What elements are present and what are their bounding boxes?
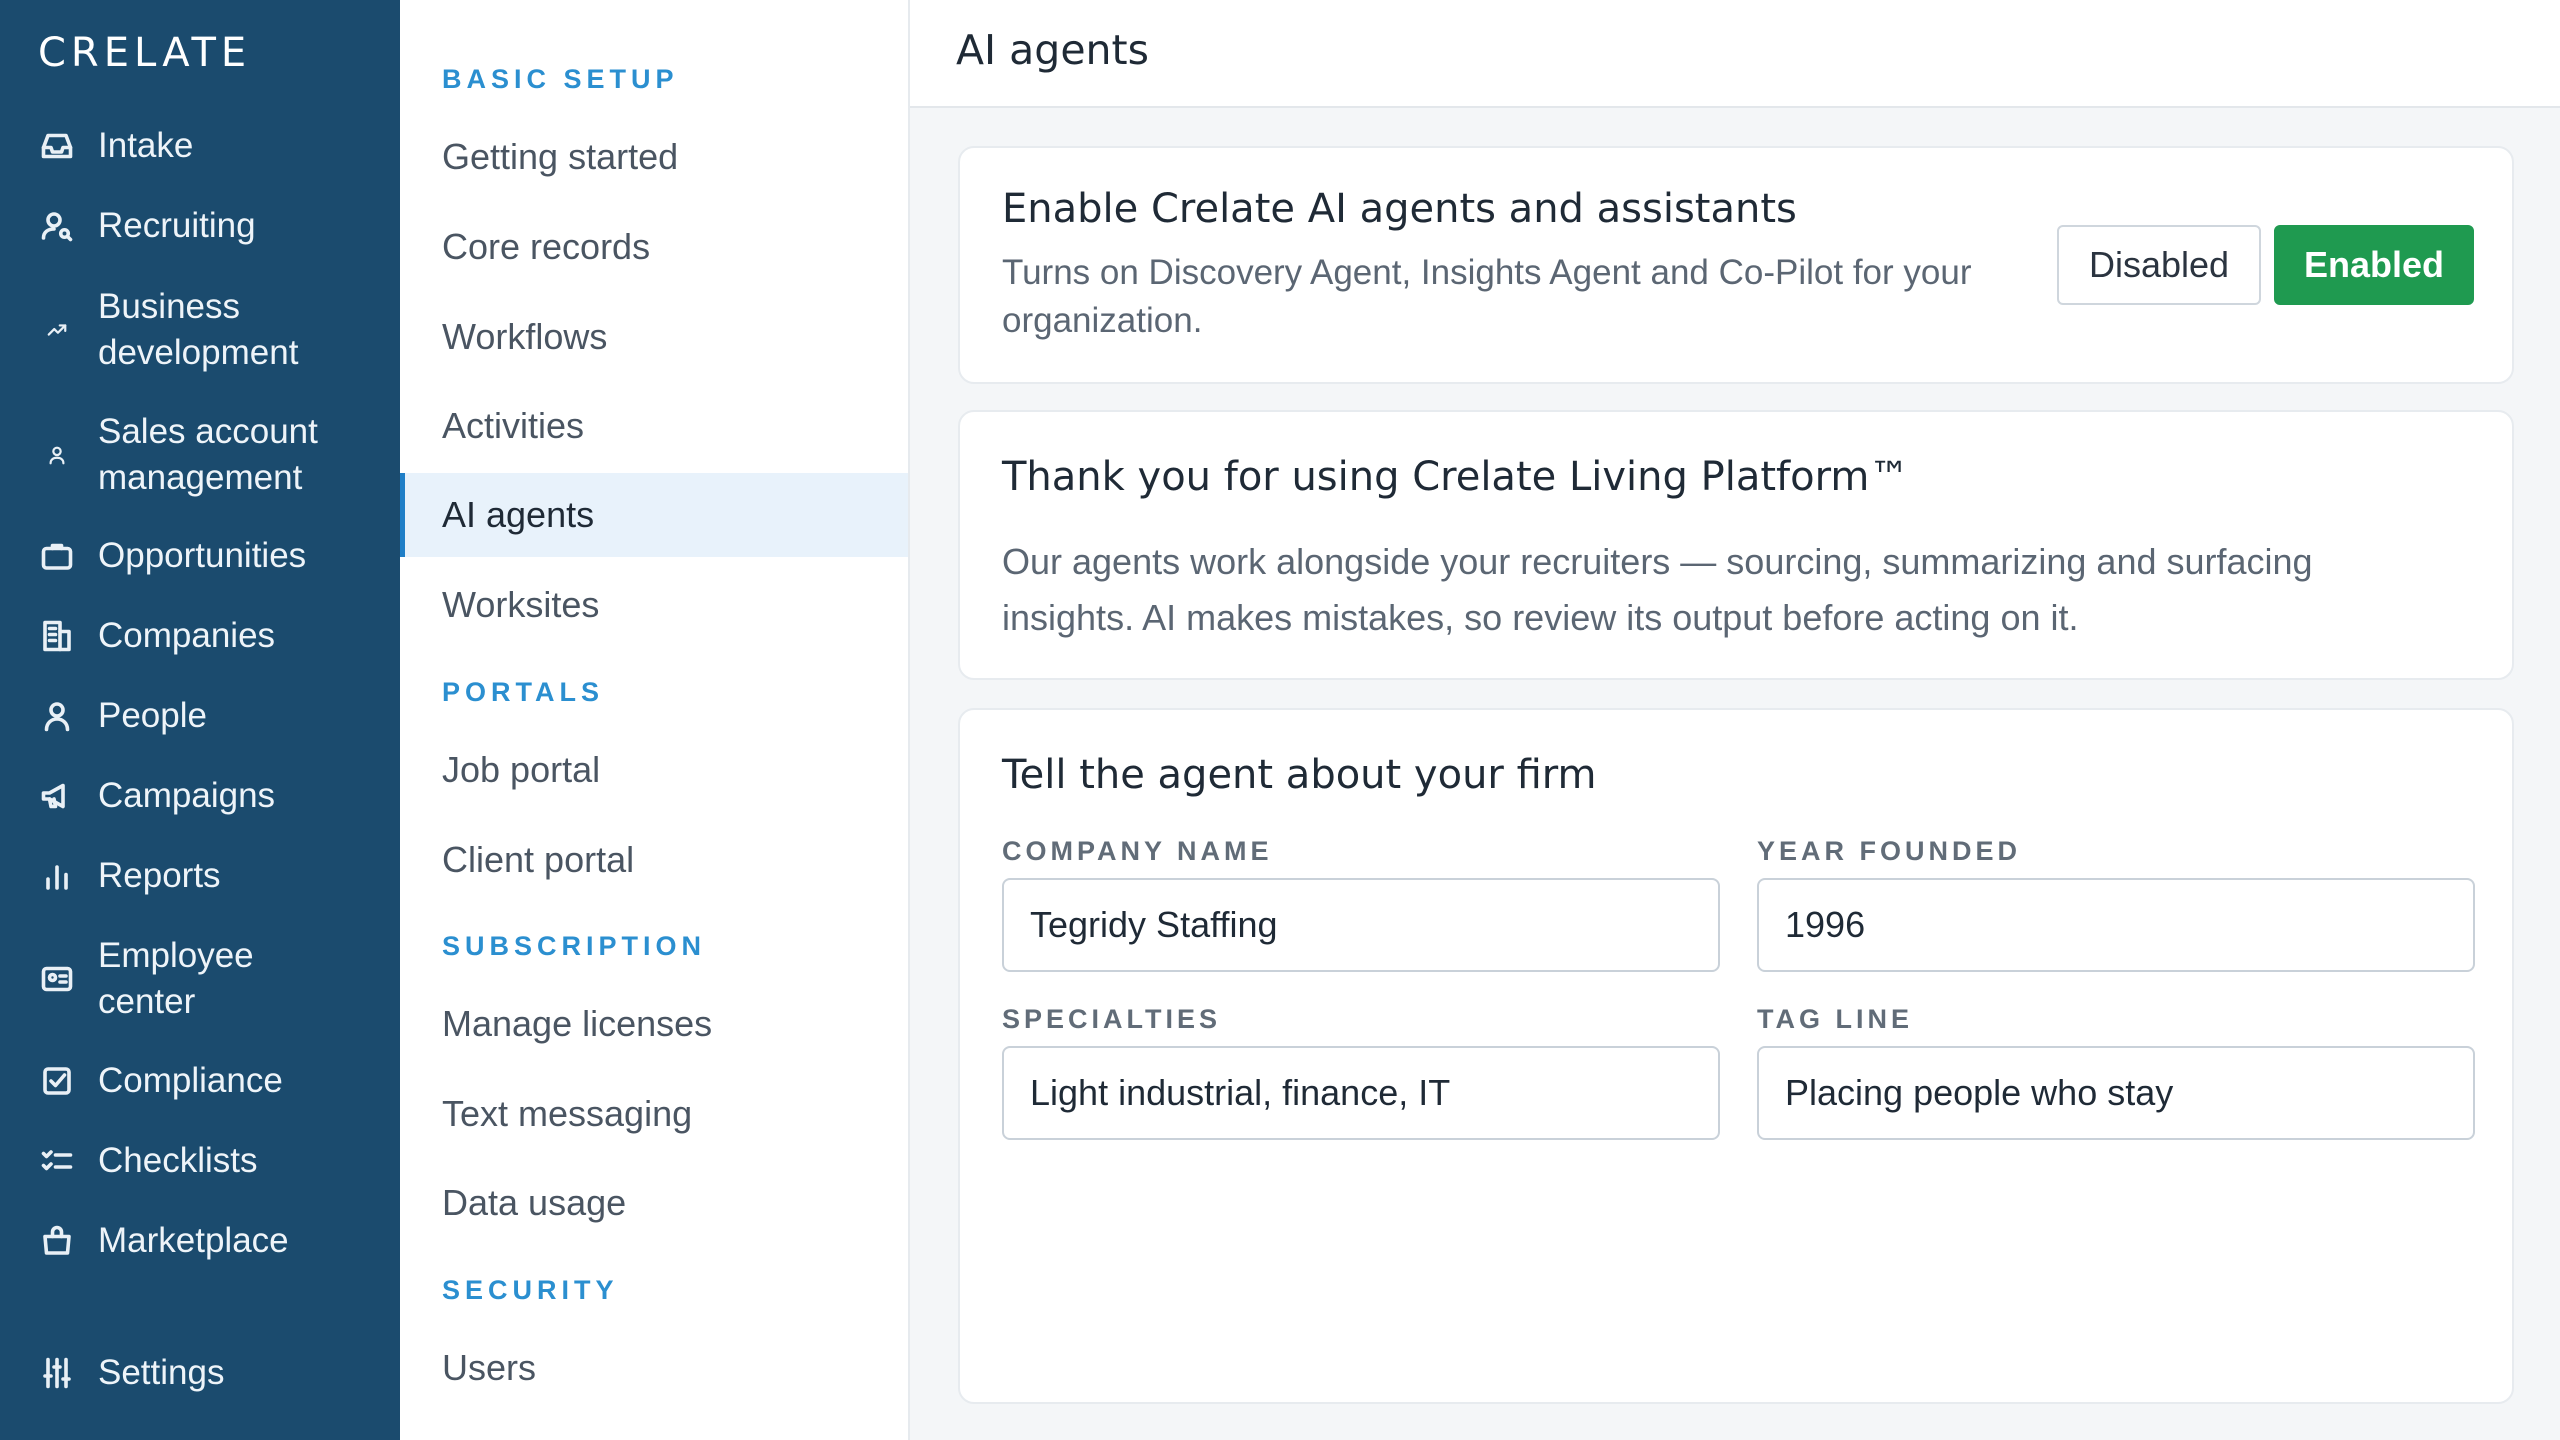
nav-item-label: Reports <box>98 856 221 895</box>
enable-ai-description-line2: organization. <box>1002 301 1203 340</box>
page-title: AI agents <box>956 26 1149 74</box>
nav-item-label: Marketplace <box>98 1221 289 1260</box>
nav-item-intake[interactable]: Intake <box>38 123 193 169</box>
submenu-item-job-portal[interactable]: Job portal <box>400 728 908 812</box>
nav-item-label: Checklists <box>98 1141 258 1180</box>
megaphone-icon <box>38 777 76 815</box>
nav-item-sales-account-management[interactable]: Sales account management <box>38 409 378 501</box>
submenu-item-manage-licenses[interactable]: Manage licenses <box>400 982 908 1066</box>
company-name-field[interactable] <box>1002 878 1720 972</box>
bar-chart-icon <box>38 857 76 895</box>
nav-item-settings[interactable]: Settings <box>38 1350 224 1396</box>
enable-ai-description-line1: Turns on Discovery Agent, Insights Agent… <box>1002 253 1972 292</box>
nav-item-label: Settings <box>98 1353 225 1392</box>
submenu-item-users[interactable]: Users <box>400 1326 908 1410</box>
nav-item-people[interactable]: People <box>38 693 207 739</box>
submenu-item-workflows[interactable]: Workflows <box>400 295 908 379</box>
nav-item-label: Employee center <box>98 936 254 1021</box>
thank-you-card: Thank you for using Crelate Living Platf… <box>958 410 2514 680</box>
nav-item-compliance[interactable]: Compliance <box>38 1058 283 1104</box>
small-user-icon <box>38 436 76 474</box>
nav-item-label: Compliance <box>98 1061 283 1100</box>
nav-item-label: Sales account management <box>98 412 318 497</box>
firm-info-card: Tell the agent about your firm COMPANY N… <box>958 708 2514 1404</box>
thank-you-title: Thank you for using Crelate Living Platf… <box>1002 454 1910 500</box>
submenu-item-activities[interactable]: Activities <box>400 384 908 468</box>
tagline-field[interactable] <box>1757 1046 2475 1140</box>
user-search-icon <box>38 207 76 245</box>
nav-item-recruiting[interactable]: Recruiting <box>38 203 256 249</box>
submenu-item-text-messaging[interactable]: Text messaging <box>400 1072 908 1156</box>
nav-item-marketplace[interactable]: Marketplace <box>38 1218 289 1264</box>
nav-item-label: Opportunities <box>98 536 307 575</box>
submenu-item-client-portal[interactable]: Client portal <box>400 818 908 902</box>
id-card-icon <box>38 960 76 998</box>
person-icon <box>38 697 76 735</box>
brand-logo[interactable]: CRELATE <box>38 30 251 76</box>
section-heading-security: SECURITY <box>442 1275 619 1305</box>
main-nav: CRELATE Intake Recruiting Business devel… <box>0 0 400 1440</box>
disabled-button[interactable]: Disabled <box>2057 225 2261 305</box>
section-heading-portals: PORTALS <box>442 677 604 707</box>
shopping-bag-icon <box>38 1222 76 1260</box>
nav-item-opportunities[interactable]: Opportunities <box>38 533 306 579</box>
submenu-item-getting-started[interactable]: Getting started <box>400 115 908 199</box>
company-name-label: COMPANY NAME <box>1002 836 1273 866</box>
year-founded-field[interactable] <box>1757 878 2475 972</box>
sliders-icon <box>38 1354 76 1392</box>
thank-you-body-line2: insights. AI makes mistakes, so review i… <box>1002 597 2079 638</box>
nav-item-campaigns[interactable]: Campaigns <box>38 773 275 819</box>
check-square-icon <box>38 1062 76 1100</box>
thank-you-body-line1: Our agents work alongside your recruiter… <box>1002 541 2313 582</box>
nav-item-label: Companies <box>98 616 276 655</box>
briefcase-icon <box>38 537 76 575</box>
nav-item-employee-center[interactable]: Employee center <box>38 933 338 1025</box>
trending-up-icon <box>38 311 76 349</box>
nav-item-reports[interactable]: Reports <box>38 853 221 899</box>
nav-item-business-development[interactable]: Business development <box>38 284 358 376</box>
list-check-icon <box>38 1142 76 1180</box>
section-heading-subscription: SUBSCRIPTION <box>442 931 707 961</box>
building-icon <box>38 617 76 655</box>
specialties-label: SPECIALTIES <box>1002 1004 1222 1034</box>
page-header: AI agents <box>910 0 2560 108</box>
submenu-item-ai-agents[interactable]: AI agents <box>400 473 908 557</box>
inbox-icon <box>38 127 76 165</box>
year-founded-label: YEAR FOUNDED <box>1757 836 2022 866</box>
nav-item-label: Intake <box>98 126 194 165</box>
submenu-item-core-records[interactable]: Core records <box>400 205 908 289</box>
enable-ai-title: Enable Crelate AI agents and assistants <box>1002 186 1797 232</box>
submenu-item-data-usage[interactable]: Data usage <box>400 1161 908 1245</box>
nav-item-label: Campaigns <box>98 776 276 815</box>
nav-item-label: Business development <box>98 287 299 372</box>
tagline-label: TAG LINE <box>1757 1004 1913 1034</box>
enabled-button[interactable]: Enabled <box>2274 225 2474 305</box>
nav-item-companies[interactable]: Companies <box>38 613 275 659</box>
submenu-item-worksites[interactable]: Worksites <box>400 563 908 647</box>
nav-item-checklists[interactable]: Checklists <box>38 1138 257 1184</box>
section-heading-basic-setup: BASIC SETUP <box>442 64 679 94</box>
enable-ai-card: Enable Crelate AI agents and assistants … <box>958 146 2514 384</box>
nav-item-label: People <box>98 696 207 735</box>
settings-submenu: BASIC SETUP Getting started Core records… <box>400 0 910 1440</box>
nav-item-label: Recruiting <box>98 206 256 245</box>
firm-info-title: Tell the agent about your firm <box>1002 752 1597 798</box>
specialties-field[interactable] <box>1002 1046 1720 1140</box>
